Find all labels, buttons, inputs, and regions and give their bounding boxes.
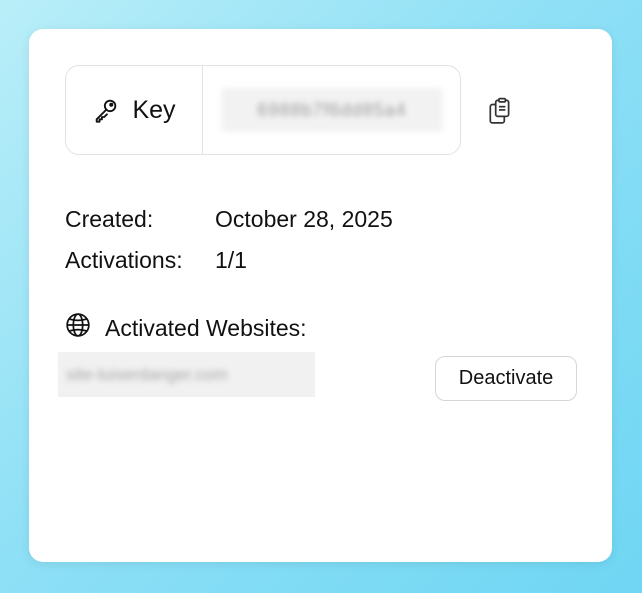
key-label-cell: Key: [66, 66, 203, 154]
activated-websites-label: Activated Websites:: [105, 314, 307, 341]
website-list-item: site-luiserdanger.com: [58, 352, 315, 397]
website-domain: site-luiserdanger.com: [66, 364, 228, 384]
license-details: Created: October 28, 2025 Activations: 1…: [65, 199, 393, 281]
created-row: Created: October 28, 2025: [65, 199, 393, 240]
copy-key-button[interactable]: [484, 97, 516, 129]
key-icon: [92, 96, 120, 124]
key-value-cell: 6988b7f6dd85a4: [203, 66, 460, 154]
deactivate-button[interactable]: Deactivate: [435, 356, 577, 401]
license-card: Key 6988b7f6dd85a4 Created: October 28, …: [29, 29, 612, 562]
created-label: Created:: [65, 206, 154, 232]
activations-row: Activations: 1/1: [65, 240, 393, 281]
activations-value: 1/1: [215, 247, 247, 273]
activations-label: Activations:: [65, 247, 183, 273]
copy-icon: [487, 97, 513, 130]
created-value: October 28, 2025: [215, 206, 393, 232]
activated-websites-header: Activated Websites:: [65, 312, 307, 344]
key-label: Key: [132, 95, 176, 124]
license-key-value: 6988b7f6dd85a4: [221, 88, 443, 132]
globe-icon: [65, 312, 91, 344]
license-key-box: Key 6988b7f6dd85a4: [65, 65, 461, 155]
